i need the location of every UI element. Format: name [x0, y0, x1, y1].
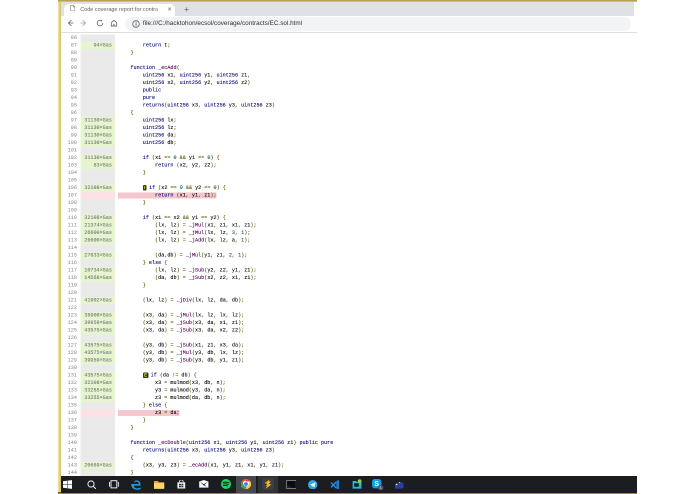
svg-text:1: 1	[380, 486, 382, 490]
